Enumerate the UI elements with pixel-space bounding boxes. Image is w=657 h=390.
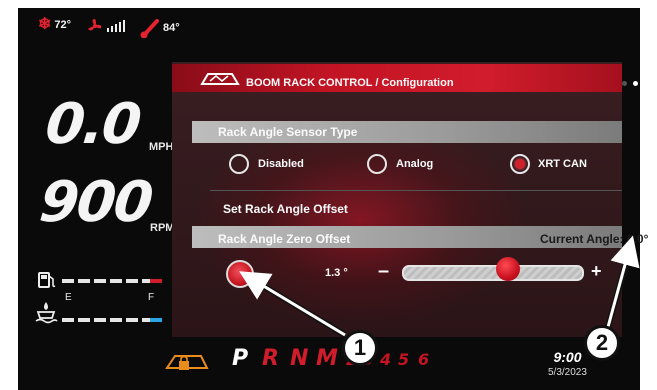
screenshot-root: ❄ 72° 84° 0.0 MPH 900 RPM E F BOOM RACK … [0, 0, 657, 390]
callout-arrows [239, 235, 640, 338]
callout-1: 1 [342, 330, 378, 366]
callout-2: 2 [584, 325, 620, 361]
